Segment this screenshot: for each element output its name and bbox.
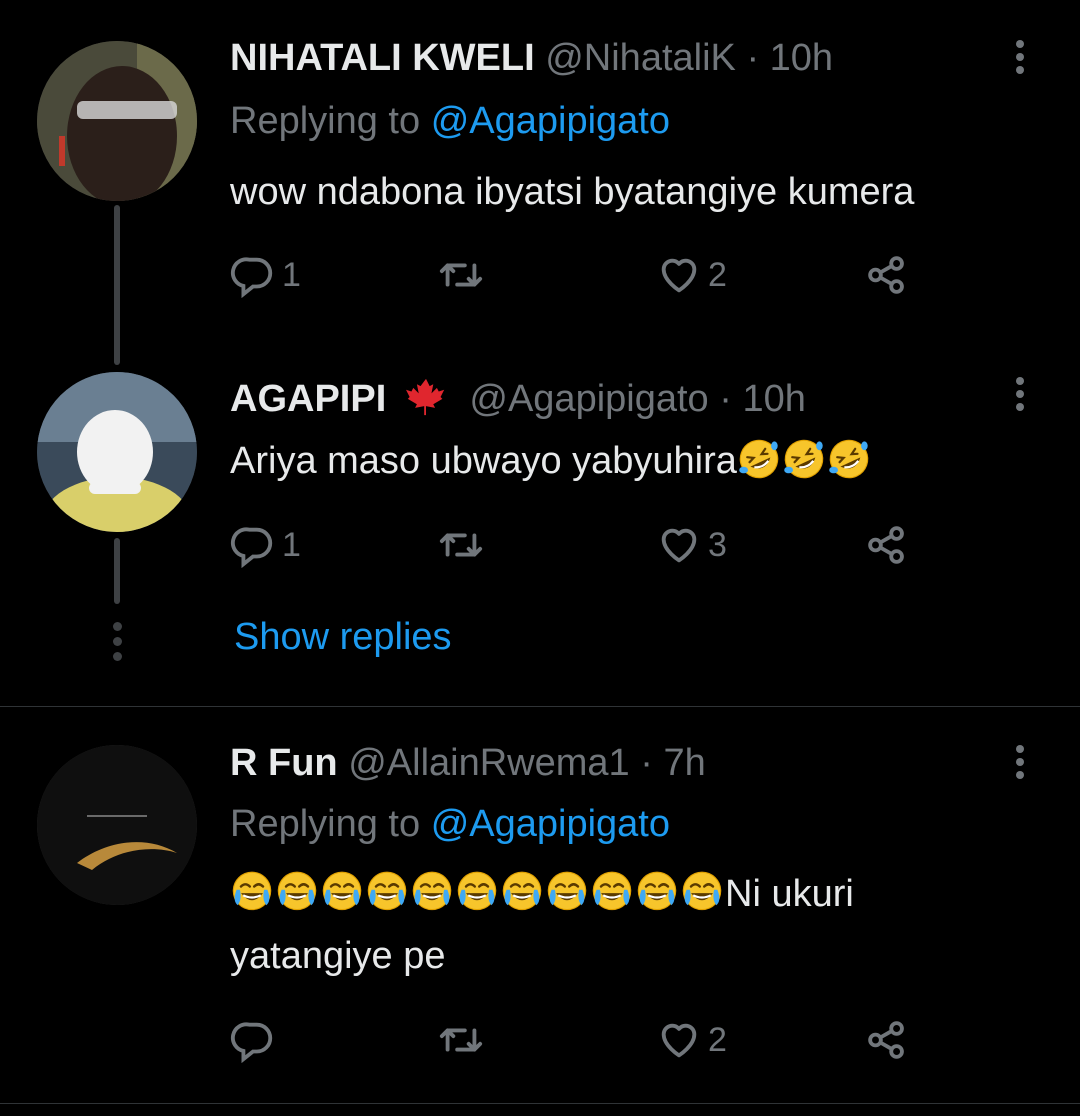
user-handle[interactable]: @NihataliK — [545, 37, 736, 79]
reply-count: 1 — [282, 525, 301, 564]
avatar-rfun[interactable] — [37, 745, 197, 905]
retweet-button[interactable] — [438, 250, 490, 300]
tears-of-joy-emoji — [680, 870, 724, 914]
like-count: 3 — [708, 525, 727, 564]
display-name[interactable]: AGAPIPI — [230, 378, 386, 420]
tweet-actions: 1 3 — [230, 520, 930, 570]
avatar-nihatali-image — [37, 41, 197, 201]
tweet-text-line1: Ni ukuri — [725, 873, 854, 915]
tweet-text: wow ndabona ibyatsi byatangiye kumera — [230, 171, 915, 213]
tears-of-joy-emoji — [275, 870, 319, 914]
maple-leaf-icon — [403, 377, 449, 427]
tweet-agapipi[interactable]: AGAPIPI @Agapipigato · 10h Ariya maso ub… — [0, 360, 1080, 710]
more-options-button[interactable] — [1006, 370, 1034, 418]
tears-of-joy-emoji — [455, 870, 499, 914]
mention-link[interactable]: @Agapipigato — [431, 803, 670, 845]
share-button[interactable] — [864, 250, 910, 300]
like-count: 2 — [708, 1020, 727, 1059]
heart-icon — [661, 528, 697, 563]
retweet-button[interactable] — [438, 520, 490, 570]
reply-icon — [230, 1022, 273, 1063]
thread-line — [114, 205, 120, 365]
reply-button[interactable] — [230, 1015, 282, 1065]
tweet-header: R Fun @AllainRwema1 · 7h — [230, 741, 706, 785]
timestamp[interactable]: 7h — [663, 742, 705, 784]
rolling-on-floor-laughing-emoji — [782, 437, 826, 481]
display-name[interactable]: NIHATALI KWELI — [230, 37, 535, 79]
replying-to: Replying to @Agapipigato — [230, 99, 670, 143]
tweet-header: NIHATALI KWELI @NihataliK · 10h — [230, 36, 833, 80]
display-name[interactable]: R Fun — [230, 742, 338, 784]
tweet-rfun[interactable]: R Fun @AllainRwema1 · 7h Replying to @Ag… — [0, 707, 1080, 1107]
tweet-nihatali[interactable]: NIHATALI KWELI @NihataliK · 10h Replying… — [0, 0, 1080, 365]
tears-of-joy-emoji — [230, 870, 274, 914]
reply-button[interactable]: 1 — [230, 520, 301, 570]
heart-icon — [661, 1023, 697, 1058]
reply-count: 1 — [282, 255, 301, 294]
avatar-nihatali[interactable] — [37, 41, 197, 201]
emoji-row — [230, 870, 725, 915]
thread-gap-dots — [108, 622, 126, 661]
rolling-on-floor-laughing-emoji — [737, 437, 781, 481]
rolling-on-floor-laughing-emoji — [827, 437, 871, 481]
tweet-text-line2: yatangiye pe — [230, 935, 446, 977]
tears-of-joy-emoji — [410, 870, 454, 914]
share-icon — [868, 256, 904, 294]
share-icon — [868, 526, 904, 564]
show-replies-link[interactable]: Show replies — [234, 616, 452, 659]
tears-of-joy-emoji — [365, 870, 409, 914]
tears-of-joy-emoji — [500, 870, 544, 914]
more-options-button[interactable] — [1006, 33, 1034, 81]
like-count: 2 — [708, 255, 727, 294]
avatar-agapipi[interactable] — [37, 372, 197, 532]
separator-dot: · — [746, 37, 760, 79]
thread-line — [114, 538, 120, 604]
user-handle[interactable]: @Agapipigato — [469, 378, 708, 420]
timestamp[interactable]: 10h — [770, 37, 833, 79]
divider — [0, 1103, 1080, 1104]
like-button[interactable]: 2 — [656, 250, 727, 300]
reply-icon — [230, 527, 273, 568]
tweet-text: Ariya maso ubwayo yabyuhira — [230, 430, 1030, 492]
share-button[interactable] — [864, 520, 910, 570]
tweet-header: AGAPIPI @Agapipigato · 10h — [230, 377, 806, 427]
user-handle[interactable]: @AllainRwema1 — [348, 742, 629, 784]
share-icon — [868, 1021, 904, 1059]
retweet-icon — [439, 1028, 483, 1052]
reply-icon — [230, 257, 273, 298]
timestamp[interactable]: 10h — [742, 378, 805, 420]
avatar-agapipi-image — [37, 372, 197, 532]
tears-of-joy-emoji — [590, 870, 634, 914]
tears-of-joy-emoji — [635, 870, 679, 914]
heart-icon — [661, 258, 697, 293]
more-options-button[interactable] — [1006, 738, 1034, 786]
like-button[interactable]: 3 — [656, 520, 727, 570]
mention-link[interactable]: @Agapipigato — [431, 100, 670, 142]
tweet-actions: 2 — [230, 1015, 930, 1065]
emoji-row — [737, 437, 872, 482]
replying-to-label: Replying to — [230, 803, 421, 845]
separator-dot: · — [719, 378, 732, 420]
avatar-rfun-image — [37, 745, 197, 905]
like-button[interactable]: 2 — [656, 1015, 727, 1065]
separator-dot: · — [640, 742, 653, 784]
share-button[interactable] — [864, 1015, 910, 1065]
replying-to: Replying to @Agapipigato — [230, 802, 670, 846]
tears-of-joy-emoji — [545, 870, 589, 914]
retweet-icon — [439, 263, 483, 287]
retweet-button[interactable] — [438, 1015, 490, 1065]
tweet-text: Ni ukuri yatangiye pe — [230, 863, 1030, 987]
tears-of-joy-emoji — [320, 870, 364, 914]
retweet-icon — [439, 533, 483, 557]
tweet-actions: 1 2 — [230, 250, 930, 300]
reply-button[interactable]: 1 — [230, 250, 301, 300]
replying-to-label: Replying to — [230, 100, 421, 142]
tweet-text-content: Ariya maso ubwayo yabyuhira — [230, 440, 737, 482]
